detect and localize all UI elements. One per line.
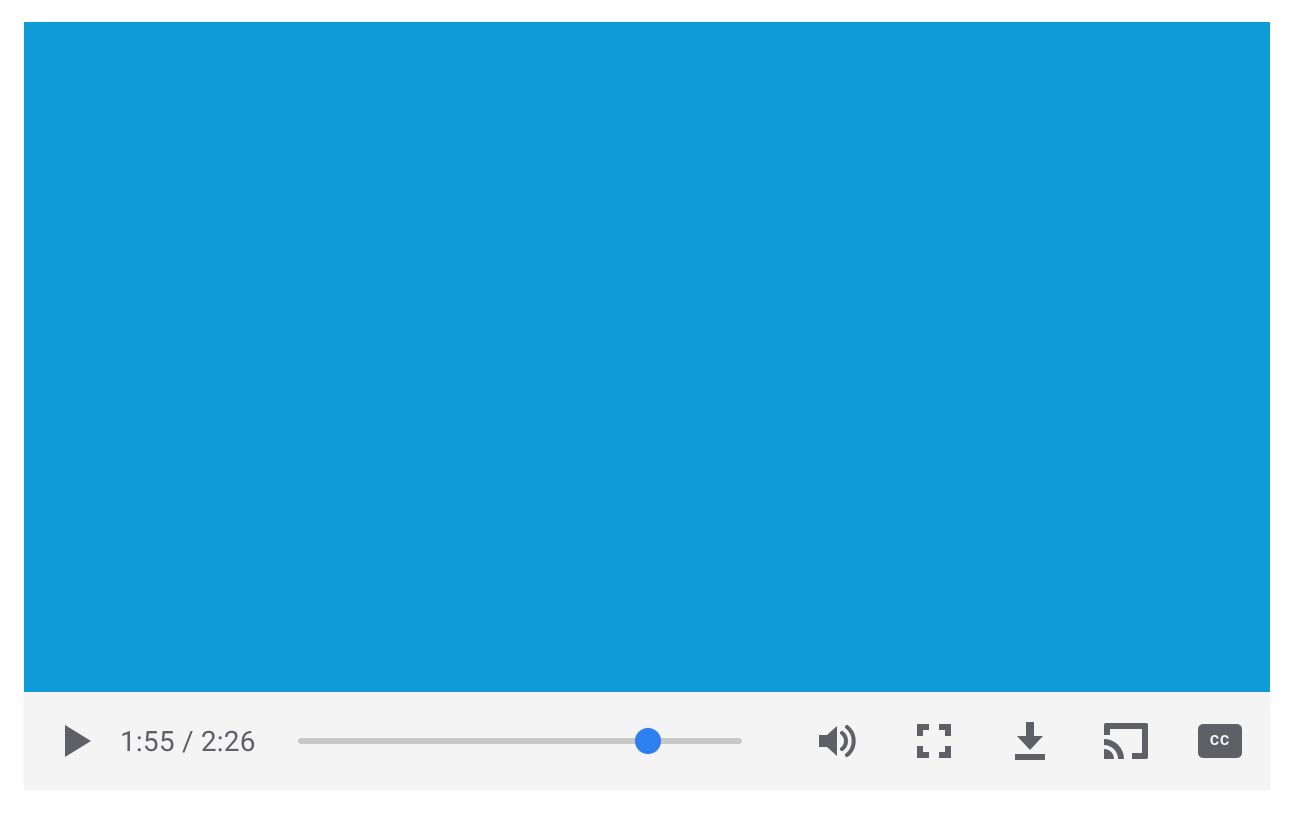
total-duration: 2:26 bbox=[201, 725, 256, 758]
volume-icon bbox=[817, 721, 859, 761]
seek-slider[interactable] bbox=[298, 717, 742, 765]
play-icon bbox=[63, 723, 93, 759]
cast-icon bbox=[1104, 723, 1148, 759]
controls-right-group: CC bbox=[814, 717, 1242, 765]
volume-button[interactable] bbox=[814, 717, 862, 765]
current-time: 1:55 bbox=[120, 725, 175, 758]
captions-button[interactable]: CC bbox=[1198, 724, 1242, 758]
seek-track bbox=[298, 738, 742, 744]
download-icon bbox=[1013, 722, 1047, 760]
time-separator: / bbox=[175, 725, 201, 758]
video-canvas[interactable] bbox=[24, 22, 1270, 692]
fullscreen-button[interactable] bbox=[910, 717, 958, 765]
time-display: 1:55 / 2:26 bbox=[120, 725, 256, 758]
seek-thumb[interactable] bbox=[635, 728, 661, 754]
video-controls-bar: 1:55 / 2:26 bbox=[24, 692, 1270, 790]
captions-label: CC bbox=[1210, 733, 1230, 749]
video-player: 1:55 / 2:26 bbox=[24, 22, 1270, 790]
cast-button[interactable] bbox=[1102, 717, 1150, 765]
fullscreen-icon bbox=[917, 724, 951, 758]
play-button[interactable] bbox=[54, 717, 102, 765]
download-button[interactable] bbox=[1006, 717, 1054, 765]
